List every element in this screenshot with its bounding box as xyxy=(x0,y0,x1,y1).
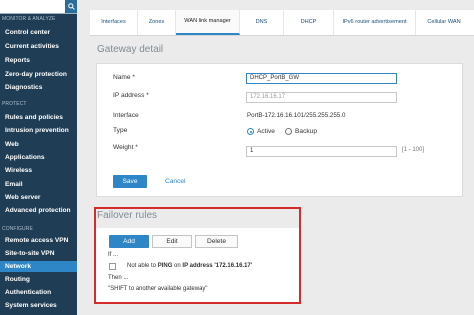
interface-label: Interface xyxy=(113,112,139,119)
add-button[interactable]: Add xyxy=(109,235,149,248)
type-label: Type xyxy=(113,127,128,134)
sidebar-item-intrusion-prevention[interactable]: Intrusion prevention xyxy=(0,125,77,136)
rule-middle: on xyxy=(174,263,181,269)
failover-rules-title: Failover rules xyxy=(97,210,158,221)
sidebar-item-applications[interactable]: Applications xyxy=(0,152,77,163)
sidebar-item-system-services[interactable]: System services xyxy=(0,300,77,311)
search-box xyxy=(0,0,77,14)
tab-ipv6-router-advertisement[interactable]: IPv6 router advertisement xyxy=(334,10,416,35)
gateway-detail-card: Name * DHCP_PortB_GW IP address * 172.16… xyxy=(96,63,463,197)
type-active-radio[interactable] xyxy=(247,128,254,135)
type-active-label: Active xyxy=(257,128,275,135)
delete-button[interactable]: Delete xyxy=(195,235,238,248)
sidebar: MONITOR & ANALYZE Control center Current… xyxy=(0,0,77,315)
weight-range-hint: [1 - 100] xyxy=(402,147,425,153)
tab-interfaces[interactable]: Interfaces xyxy=(90,10,138,35)
sidebar-item-network[interactable]: Network xyxy=(0,261,77,272)
sidebar-item-remote-access-vpn[interactable]: Remote access VPN xyxy=(0,235,77,246)
failover-rules-card: Add Edit Delete If ... Not able to PING … xyxy=(96,228,299,302)
search-input[interactable] xyxy=(2,1,60,11)
type-backup-radio[interactable] xyxy=(285,128,292,135)
name-field[interactable]: DHCP_PortB_GW xyxy=(246,73,397,84)
if-label: If ... xyxy=(108,252,119,258)
sidebar-item-email[interactable]: Email xyxy=(0,179,77,190)
tab-dns[interactable]: DNS xyxy=(240,10,284,35)
weight-label: Weight * xyxy=(113,144,138,151)
main-content: Interfaces Zones WAN link manager DNS DH… xyxy=(77,0,474,315)
search-button[interactable] xyxy=(65,0,77,13)
sidebar-item-advanced-protection[interactable]: Advanced protection xyxy=(0,205,77,216)
tab-cellular-wan[interactable]: Cellular WAN xyxy=(416,10,472,35)
sidebar-item-diagnostics[interactable]: Diagnostics xyxy=(0,82,77,93)
sidebar-item-site-to-site-vpn[interactable]: Site-to-site VPN xyxy=(0,248,77,259)
section-head-configure: CONFIGURE xyxy=(2,226,33,232)
then-label: Then ... xyxy=(108,275,129,281)
rule-ping: PING xyxy=(157,263,173,269)
sidebar-item-web-server[interactable]: Web server xyxy=(0,192,77,203)
sidebar-item-zero-day-protection[interactable]: Zero-day protection xyxy=(0,69,77,80)
rule-prefix: Not able to xyxy=(127,263,157,269)
sidebar-item-wireless[interactable]: Wireless xyxy=(0,165,77,176)
rule-ip: IP address '172.16.16.17' xyxy=(182,263,253,269)
tab-bar: Interfaces Zones WAN link manager DNS DH… xyxy=(90,10,474,36)
ip-address-field[interactable]: 172.16.16.17 xyxy=(246,92,397,103)
sidebar-item-control-center[interactable]: Control center xyxy=(0,27,77,38)
sidebar-item-web[interactable]: Web xyxy=(0,139,77,150)
section-head-monitor: MONITOR & ANALYZE xyxy=(2,16,56,22)
rule-action: "SHIFT to another available gateway" xyxy=(108,286,208,292)
sidebar-item-authentication[interactable]: Authentication xyxy=(0,287,77,298)
rule-condition: Not able to PING on IP address '172.16.1… xyxy=(127,263,252,269)
ip-address-label: IP address * xyxy=(113,92,149,99)
rule-checkbox[interactable] xyxy=(109,263,116,270)
sidebar-item-rules-and-policies[interactable]: Rules and policies xyxy=(0,112,77,123)
interface-value: PortB-172.16.16.101/255.255.255.0 xyxy=(247,112,346,119)
cancel-button[interactable]: Cancel xyxy=(165,178,186,185)
section-head-protect: PROTECT xyxy=(2,101,27,107)
name-label: Name * xyxy=(113,74,135,81)
tab-wan-link-manager[interactable]: WAN link manager xyxy=(176,10,240,35)
tab-zones[interactable]: Zones xyxy=(138,10,176,35)
weight-field[interactable]: 1 xyxy=(246,146,397,157)
edit-button[interactable]: Edit xyxy=(152,235,192,248)
sidebar-item-reports[interactable]: Reports xyxy=(0,55,77,66)
save-button[interactable]: Save xyxy=(113,175,147,188)
type-backup-label: Backup xyxy=(295,128,317,135)
gateway-detail-title: Gateway detail xyxy=(97,44,164,55)
search-icon xyxy=(67,3,75,10)
sidebar-item-current-activities[interactable]: Current activities xyxy=(0,41,77,52)
sidebar-item-routing[interactable]: Routing xyxy=(0,274,77,285)
tab-dhcp[interactable]: DHCP xyxy=(284,10,334,35)
